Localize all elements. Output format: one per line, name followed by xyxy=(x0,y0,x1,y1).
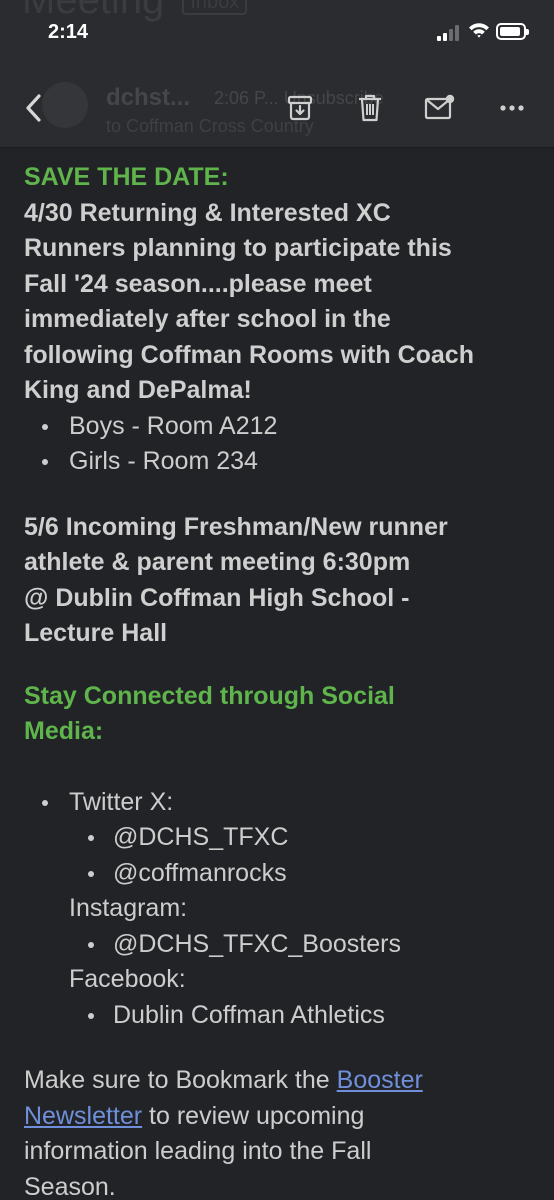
list-item: Boys - Room A212 xyxy=(42,409,539,445)
status-time: 2:14 xyxy=(48,21,89,43)
instagram-handle-list: @DCHS_TFXC_Boosters xyxy=(69,927,539,963)
heading-line: Stay Connected through Social xyxy=(24,681,395,710)
announcement-line: athlete & parent meeting 6:30pm xyxy=(24,548,411,576)
instagram-label: Instagram: xyxy=(69,894,188,922)
social-media-heading: Stay Connected through Social Media: xyxy=(24,679,539,750)
status-bar: Meeting Inbox 2:14 xyxy=(0,0,554,70)
email-body: SAVE THE DATE: 4/30 Returning & Interest… xyxy=(24,160,539,1200)
heading-line: Media: xyxy=(24,717,104,745)
wifi-icon xyxy=(468,21,490,44)
closing-text: to review upcoming xyxy=(142,1101,365,1130)
twitter-handle-list: @DCHS_TFXC @coffmanrocks xyxy=(69,820,539,891)
mark-unread-icon[interactable] xyxy=(422,90,458,126)
list-item: Girls - Room 234 xyxy=(42,444,539,480)
closing-text: Season. xyxy=(24,1172,116,1200)
closing-text: Make sure to Bookmark the xyxy=(24,1066,337,1094)
list-item: @DCHS_TFXC xyxy=(88,820,539,856)
list-item: @DCHS_TFXC_Boosters xyxy=(88,927,539,963)
trash-icon[interactable] xyxy=(352,90,388,126)
back-chevron-icon[interactable] xyxy=(16,90,52,126)
announcement-line: Fall '24 season....please meet xyxy=(24,269,372,298)
battery-icon xyxy=(496,23,529,40)
background-email-subject: Meeting Inbox xyxy=(22,0,248,23)
archive-icon[interactable] xyxy=(282,90,318,126)
announcement-line: Runners planning to participate this xyxy=(24,234,452,262)
announcement-line: Lecture Hall xyxy=(24,619,168,647)
save-the-date-heading: SAVE THE DATE: xyxy=(24,163,229,191)
background-email-title: Meeting xyxy=(22,0,165,22)
freshman-meeting-announcement: 5/6 Incoming Freshman/New runner athlete… xyxy=(24,510,539,652)
closing-paragraph: Make sure to Bookmark the Booster Newsle… xyxy=(24,1063,539,1200)
email-toolbar: dchst... 2:06 P... Unsubscribe to Coffma… xyxy=(0,70,554,148)
facebook-page-list: Dublin Coffman Athletics xyxy=(69,998,539,1034)
list-item: @coffmanrocks xyxy=(88,856,539,892)
announcement-line: immediately after school in the xyxy=(24,305,391,333)
announcement-line: 4/30 Returning & Interested XC xyxy=(24,198,391,227)
announcement-line: @ Dublin Coffman High School - xyxy=(24,583,410,612)
closing-text: information leading into the Fall xyxy=(24,1137,372,1165)
booster-newsletter-link-cont[interactable]: Newsletter xyxy=(24,1102,142,1130)
list-item: Dublin Coffman Athletics xyxy=(88,998,539,1034)
announcement-line: 5/6 Incoming Freshman/New runner xyxy=(24,512,448,541)
announcement-line: King and DePalma! xyxy=(24,376,252,404)
inbox-tag: Inbox xyxy=(182,0,248,15)
booster-newsletter-link[interactable]: Booster xyxy=(337,1066,423,1094)
facebook-label: Facebook: xyxy=(69,965,186,993)
announcement-line: following Coffman Rooms with Coach xyxy=(24,340,474,369)
social-media-list: Twitter X: @DCHS_TFXC @coffmanrocks Inst… xyxy=(24,785,539,1034)
more-options-icon[interactable] xyxy=(494,90,530,126)
list-item: Twitter X: @DCHS_TFXC @coffmanrocks Inst… xyxy=(42,785,539,1034)
cellular-signal-icon xyxy=(437,25,461,41)
twitter-label: Twitter X: xyxy=(69,787,174,816)
returning-runners-announcement: 4/30 Returning & Interested XC Runners p… xyxy=(24,196,539,409)
sender-name: dchst... xyxy=(106,84,191,111)
room-list: Boys - Room A212 Girls - Room 234 xyxy=(24,409,539,480)
